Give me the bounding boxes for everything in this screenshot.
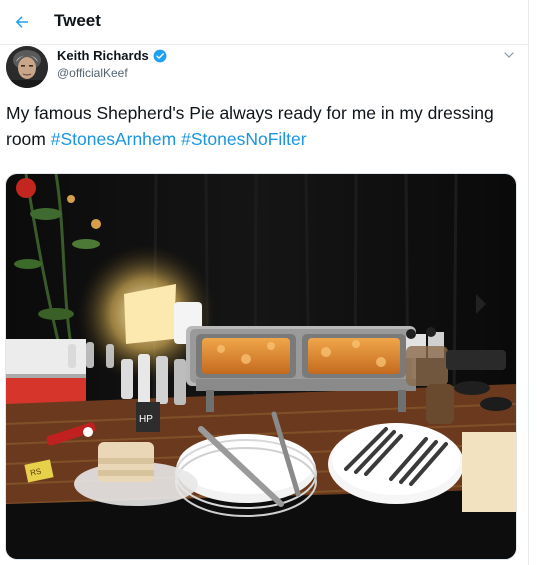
column-divider [528, 0, 529, 565]
verified-badge-icon [153, 49, 167, 62]
hp-label: HP [139, 414, 153, 425]
tweet-text: My famous Shepherd's Pie always ready fo… [6, 100, 511, 152]
chevron-down-icon [504, 52, 514, 58]
avatar-image [6, 46, 48, 88]
tweet-photo[interactable]: HP RS [5, 173, 517, 560]
photo-image: HP RS [6, 174, 516, 559]
hashtag-link[interactable]: #StonesArnhem [51, 129, 177, 149]
page-header: Tweet [0, 0, 528, 45]
author-name[interactable]: Keith Richards [57, 48, 167, 63]
page-title: Tweet [54, 11, 101, 30]
back-button[interactable] [8, 8, 36, 36]
author-handle[interactable]: @officialKeef [57, 66, 128, 80]
author-name-text: Keith Richards [57, 48, 149, 63]
back-arrow-icon [15, 16, 28, 28]
hashtag-link[interactable]: #StonesNoFilter [181, 129, 306, 149]
avatar[interactable] [6, 46, 48, 88]
more-options-button[interactable] [500, 46, 518, 64]
